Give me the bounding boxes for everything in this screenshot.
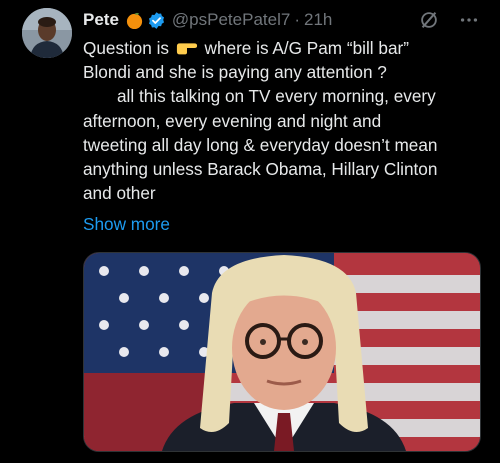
avatar[interactable] [22,8,72,58]
timestamp[interactable]: 21h [304,10,332,30]
orange-fruit-icon [126,12,143,29]
show-more-link[interactable]: Show more [83,212,170,236]
tweet-line-2: Blondi and she is paying any attention ? [83,62,387,83]
tweet-line-4: afternoon, every evening and night and [83,110,382,131]
tweet-text-segment: Question is [83,38,169,58]
tweet-line-1: Question is where is A/G Pam “bill bar” [83,36,488,60]
grok-icon[interactable] [418,9,440,31]
tweet[interactable]: Pete @psPetePatel7 · 21h Question is whe… [0,0,500,463]
separator-dot: · [294,10,300,29]
flag-portrait-image [84,253,480,451]
author-name[interactable]: Pete [83,10,119,30]
tweet-line-7: and other [83,183,156,204]
tweet-line-6: anything unless Barack Obama, Hillary Cl… [83,158,438,179]
tweet-text-segment: where is A/G Pam “bill bar” [204,38,409,58]
avatar-image [22,8,72,58]
tweet-line-5: tweeting all day long & everyday doesn’t… [83,134,438,155]
tweet-header: Pete @psPetePatel7 · 21h [83,9,480,31]
pointing-right-icon [176,43,197,55]
author-handle[interactable]: @psPetePatel7 [172,10,290,30]
tweet-line-3: all this talking on TV every morning, ev… [117,86,436,107]
more-icon[interactable] [458,9,480,31]
verified-badge-icon [148,11,164,29]
tweet-text: Question is where is A/G Pam “bill bar” … [83,36,488,205]
tweet-media-image[interactable] [83,252,481,452]
